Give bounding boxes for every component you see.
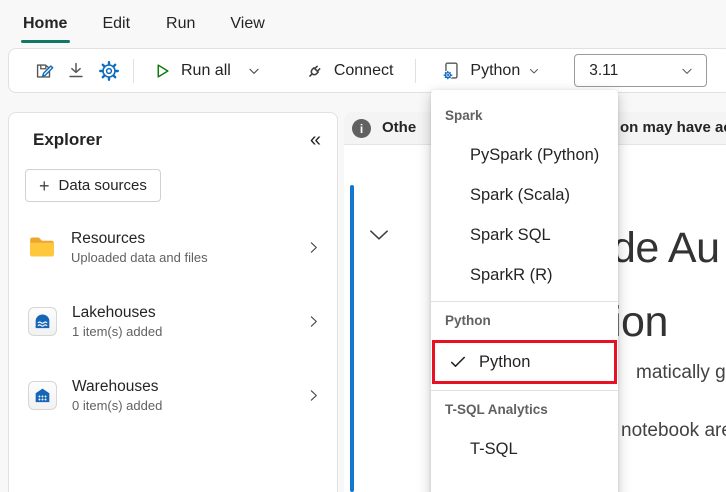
item-text: Warehouses 0 item(s) added (72, 377, 291, 414)
data-sources-button[interactable]: + Data sources (25, 169, 161, 202)
run-all-chevron-down-icon[interactable] (247, 64, 261, 78)
item-subtitle: 0 item(s) added (72, 397, 291, 414)
menu-divider (431, 301, 618, 302)
sidebar-item-lakehouses[interactable]: Lakehouses 1 item(s) added (9, 298, 337, 344)
collapse-panel-icon[interactable]: « (310, 130, 321, 150)
banner-text-fragment-left: Othe (382, 119, 416, 136)
menu-item-spark-sql[interactable]: Spark SQL (431, 215, 618, 255)
explorer-title: Explorer (33, 130, 102, 150)
item-text: Lakehouses 1 item(s) added (72, 303, 291, 340)
notebook-language-icon (440, 60, 462, 82)
tab-run[interactable]: Run (165, 11, 196, 37)
menu-section-header-spark: Spark (431, 103, 618, 129)
language-chevron-down-icon (528, 65, 540, 77)
sidebar-item-warehouses[interactable]: Warehouses 0 item(s) added (9, 372, 337, 418)
language-selector-button[interactable]: Python (440, 60, 540, 82)
heading-fragment-line2: ion (612, 298, 668, 347)
item-title: Lakehouses (72, 303, 291, 323)
cell-collapse-chevron-icon[interactable] (366, 222, 392, 248)
info-icon: i (352, 119, 371, 138)
lakehouse-icon (28, 307, 57, 336)
menu-divider (431, 390, 618, 391)
item-subtitle: 1 item(s) added (72, 323, 291, 340)
body-text-fragment-2: notebook are (621, 420, 726, 442)
banner-text-fragment-right: on may have ac (620, 119, 726, 136)
menu-item-sparkr[interactable]: SparkR (R) (431, 255, 618, 295)
menu-item-pyspark[interactable]: PySpark (Python) (431, 135, 618, 175)
explorer-header: Explorer « (9, 113, 337, 155)
checkmark-icon (448, 352, 468, 372)
item-title: Warehouses (72, 377, 291, 397)
menu-item-label: Python (479, 353, 530, 372)
menu-item-python-selected[interactable]: Python (432, 340, 617, 384)
version-select-value: 3.11 (589, 62, 680, 80)
version-select[interactable]: 3.11 (574, 54, 707, 87)
tab-view[interactable]: View (229, 11, 265, 37)
ribbon-toolbar: Run all Connect (8, 48, 726, 93)
run-all-button[interactable]: Run all (152, 61, 231, 81)
menu-section-header-python: Python (431, 308, 618, 334)
folder-icon (28, 233, 56, 261)
body-text-fragment-1: matically gene (636, 362, 726, 384)
menu-section-header-tsql-analytics: T-SQL Analytics (431, 397, 618, 423)
toolbar-divider (415, 59, 416, 83)
fabric-notebook-window: Home Edit Run View (0, 0, 726, 492)
language-selector-label: Python (470, 62, 520, 80)
warehouse-icon (28, 381, 57, 410)
menu-item-tsql[interactable]: T-SQL (431, 429, 618, 469)
save-edit-icon[interactable] (33, 60, 55, 82)
chevron-right-icon[interactable] (306, 314, 321, 329)
chevron-right-icon[interactable] (306, 388, 321, 403)
data-sources-label: Data sources (59, 177, 147, 194)
toolbar-divider (133, 59, 134, 83)
version-chevron-down-icon (680, 64, 694, 78)
connect-button[interactable]: Connect (303, 59, 394, 83)
run-all-label: Run all (181, 62, 231, 80)
cell-indicator-bar (350, 185, 354, 492)
tab-edit[interactable]: Edit (101, 11, 131, 37)
item-text: Resources Uploaded data and files (71, 229, 291, 266)
menu-item-spark-scala[interactable]: Spark (Scala) (431, 175, 618, 215)
active-tab-underline (21, 40, 70, 43)
tab-home[interactable]: Home (22, 11, 68, 37)
chevron-right-icon[interactable] (306, 240, 321, 255)
heading-fragment-line1: de Au (612, 224, 720, 273)
plug-icon (303, 59, 327, 83)
sidebar-item-resources[interactable]: Resources Uploaded data and files (9, 224, 337, 270)
plus-icon: + (39, 177, 50, 195)
connect-label: Connect (334, 62, 394, 80)
menu-bar: Home Edit Run View (0, 0, 726, 48)
play-icon (152, 61, 172, 81)
settings-gear-icon[interactable] (97, 59, 121, 83)
language-dropdown-menu: Spark PySpark (Python) Spark (Scala) Spa… (431, 90, 618, 492)
download-icon[interactable] (65, 60, 87, 82)
item-title: Resources (71, 229, 291, 249)
explorer-panel: Explorer « + Data sources Resources Uplo… (8, 112, 338, 492)
item-subtitle: Uploaded data and files (71, 249, 291, 266)
